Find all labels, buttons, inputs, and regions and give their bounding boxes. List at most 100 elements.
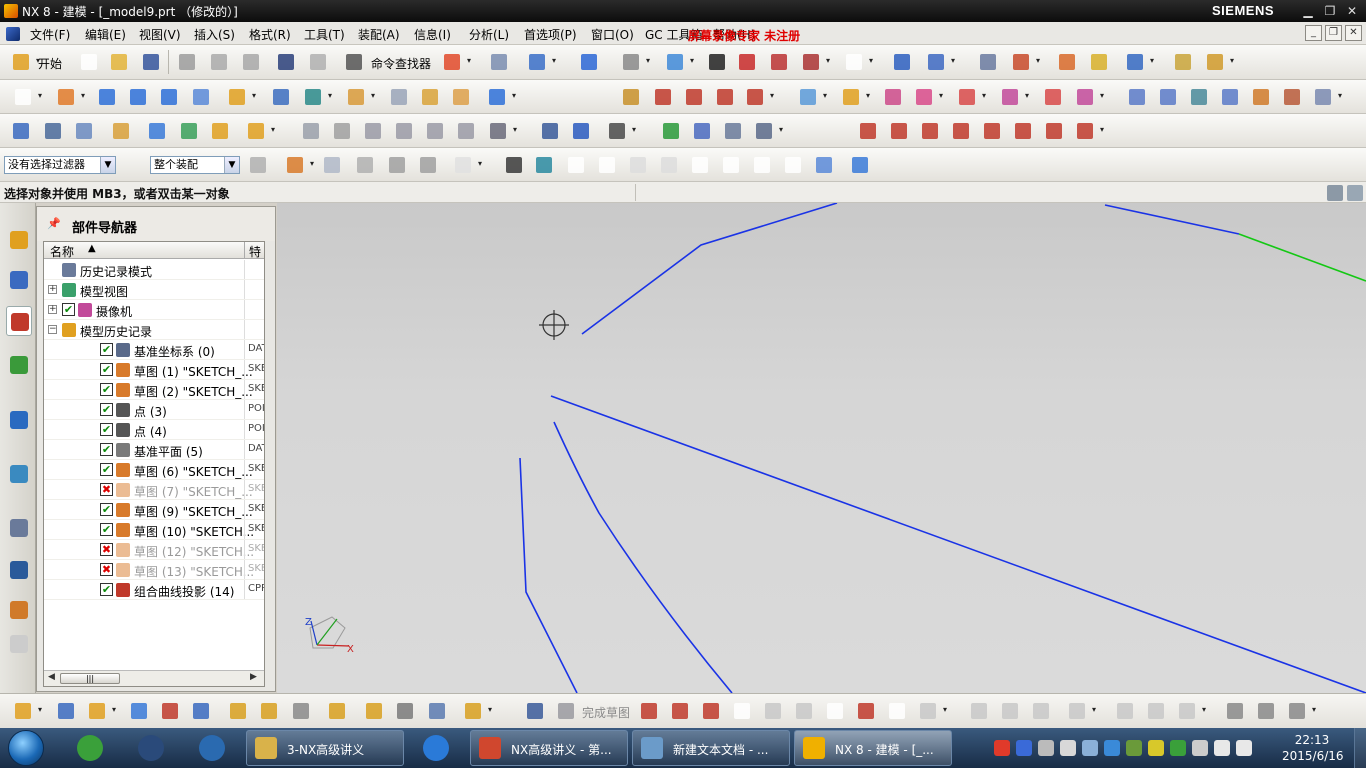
report-icon[interactable] [426, 700, 448, 722]
sequence-icon[interactable] [258, 700, 280, 722]
visibility-checkbox[interactable]: ✔ [100, 383, 113, 396]
k-app-icon[interactable] [125, 732, 177, 764]
reset-filter-icon[interactable] [247, 154, 269, 176]
global-shaping-icon[interactable] [1219, 86, 1241, 108]
wave-linker-icon[interactable] [146, 120, 168, 142]
expand-icon[interactable]: + [48, 305, 57, 314]
graphics-window[interactable]: Z X [277, 203, 1366, 693]
start-button[interactable] [8, 730, 44, 766]
clearance-icon[interactable] [290, 700, 312, 722]
surface-trim-icon[interactable] [1042, 86, 1064, 108]
grid-tray-icon[interactable] [1104, 740, 1120, 756]
taskbar-item-folder[interactable]: 3-NX高级讲义 [246, 730, 404, 766]
reuse-library-tab-icon[interactable] [6, 350, 32, 380]
360-browser-icon[interactable] [64, 732, 116, 764]
menu-tools[interactable]: 工具(T) [304, 26, 345, 43]
feature-playback-icon[interactable] [178, 120, 200, 142]
rectangle-icon[interactable] [824, 700, 846, 722]
visibility-checkbox[interactable]: ✔ [100, 443, 113, 456]
rendering-style-icon[interactable] [664, 51, 694, 73]
sketch-icon[interactable] [12, 86, 42, 108]
select-all-icon[interactable] [354, 154, 376, 176]
device-tray-icon[interactable] [1192, 740, 1208, 756]
law-curve-icon[interactable] [1012, 120, 1034, 142]
scroll-thumb[interactable]: ||| [60, 673, 120, 684]
tree-row[interactable]: ✔ 草图 (1) "SKETCH_...SKE [44, 360, 264, 380]
boss-icon[interactable] [158, 86, 180, 108]
cut-icon[interactable] [176, 51, 198, 73]
constraint-navigator-tab-icon[interactable] [6, 265, 32, 295]
history-tab-icon[interactable] [6, 513, 32, 543]
show-constraints-icon[interactable] [1145, 700, 1167, 722]
tree-row[interactable]: ✖ 草图 (7) "SKETCH_...SKE [44, 480, 264, 500]
edit-object-display-icon[interactable] [1056, 51, 1078, 73]
constraints-icon[interactable] [1066, 700, 1096, 722]
tree-row[interactable]: ✔ 草图 (9) "SKETCH_...SKE [44, 500, 264, 520]
face-analysis-icon[interactable] [487, 120, 517, 142]
spreadsheet-icon[interactable] [539, 120, 561, 142]
sketch-task-icon[interactable] [524, 700, 546, 722]
restore-button[interactable]: ❐ [1320, 2, 1340, 20]
view-options-icon[interactable] [526, 51, 556, 73]
promote-icon[interactable] [462, 700, 492, 722]
zoom-icon[interactable] [620, 51, 650, 73]
tree-row[interactable]: ✔ 点 (4) POI [44, 420, 264, 440]
command-finder-icon[interactable] [343, 51, 365, 73]
switch-window-icon[interactable] [488, 51, 510, 73]
snap-arc-center-icon[interactable] [689, 154, 711, 176]
pattern-feature-icon[interactable] [226, 86, 256, 108]
snap-intersection-icon[interactable] [658, 154, 680, 176]
undo-selection-icon[interactable] [321, 154, 343, 176]
point-icon[interactable] [886, 700, 908, 722]
expand-icon[interactable]: + [48, 285, 57, 294]
menu-assemblies[interactable]: 装配(A) [358, 26, 400, 43]
assembly-navigator-tab-icon[interactable] [6, 225, 32, 255]
background-icon[interactable] [843, 51, 873, 73]
tree-row[interactable]: ✔ 草图 (6) "SKETCH_...SKE [44, 460, 264, 480]
pocket-icon[interactable] [190, 86, 212, 108]
help-icon[interactable] [1016, 740, 1032, 756]
extrude-icon[interactable] [55, 86, 85, 108]
curve-segment-c[interactable] [519, 457, 578, 693]
move-component-icon[interactable] [128, 700, 150, 722]
cloud-app-icon[interactable] [410, 732, 462, 764]
settings-tray-icon[interactable] [1082, 740, 1098, 756]
visibility-checkbox[interactable]: ✔ [100, 363, 113, 376]
start-label[interactable]: 开始 [38, 55, 62, 72]
doc-minimize-button[interactable]: _ [1305, 25, 1322, 41]
web-browser-tab-icon[interactable] [6, 459, 32, 489]
menu-format[interactable]: 格式(R) [249, 26, 291, 43]
taskbar-item-notepad[interactable]: 新建文本文档 - ... [632, 730, 790, 766]
basic-line-icon[interactable] [857, 120, 879, 142]
snap-control-point-icon[interactable] [627, 154, 649, 176]
curve-segment-a[interactable] [581, 203, 838, 335]
pin-icon[interactable]: 📌 [47, 217, 61, 230]
thicken-icon[interactable] [999, 86, 1029, 108]
assembly-icon[interactable] [55, 700, 77, 722]
section-view-icon[interactable] [768, 51, 790, 73]
select-body-icon[interactable] [417, 154, 439, 176]
select-feature-icon[interactable] [386, 154, 408, 176]
wcs-icon[interactable] [1010, 51, 1040, 73]
show-hide-icon[interactable] [891, 51, 913, 73]
orient-view-icon[interactable] [1124, 51, 1154, 73]
blank-icon[interactable] [1088, 51, 1110, 73]
collapse-icon[interactable]: − [48, 325, 57, 334]
visibility-checkbox[interactable]: ✔ [100, 423, 113, 436]
tools-more-icon[interactable] [606, 120, 636, 142]
box-icon[interactable] [736, 51, 758, 73]
command-finder-label[interactable]: 命令查找器 [371, 55, 431, 72]
clip-icon[interactable] [363, 700, 385, 722]
csys-icon[interactable] [753, 120, 783, 142]
arc-curve[interactable] [553, 421, 733, 693]
visibility-checkbox[interactable]: ✔ [100, 523, 113, 536]
measure-distance-icon[interactable] [1172, 51, 1194, 73]
trim-body-icon[interactable] [388, 86, 410, 108]
part-icon[interactable] [12, 700, 42, 722]
minimize-button[interactable]: ▁ [1298, 2, 1318, 20]
menu-analysis[interactable]: 分析(L) [469, 26, 509, 43]
update-icon[interactable] [209, 120, 231, 142]
polygon-icon[interactable] [950, 120, 972, 142]
rectangle-select-icon[interactable] [452, 154, 482, 176]
fillet-icon[interactable] [762, 700, 784, 722]
